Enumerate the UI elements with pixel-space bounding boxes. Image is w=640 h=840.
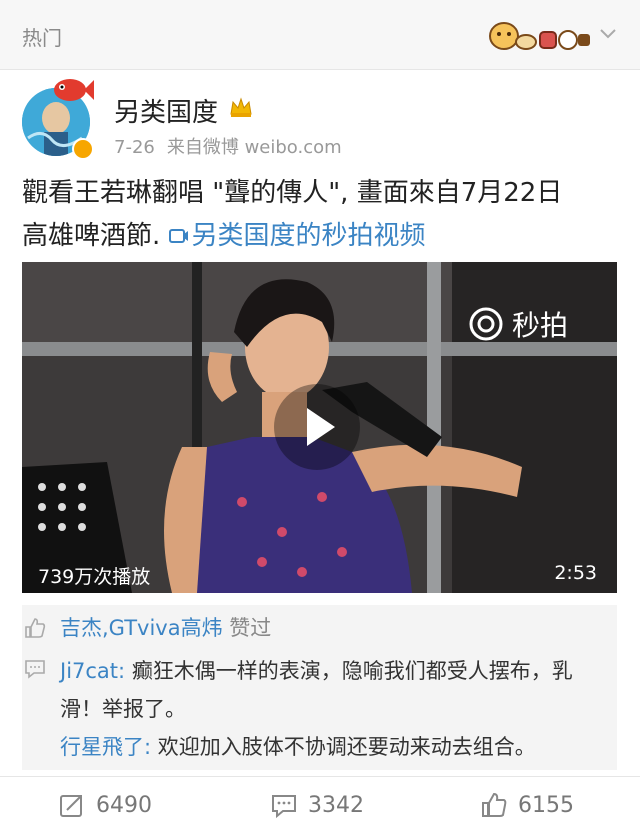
comment-preview: 吉杰,GTviva高炜 赞过 Ji7cat: 癫狂木偶一样的表演，隐喻我们都受人…: [22, 605, 617, 770]
post-source: 来自微博 weibo.com: [166, 137, 342, 158]
decoration-sticker-icon: [489, 22, 590, 50]
top-bar: 热门: [0, 0, 640, 70]
miaopai-watermark: 秒拍: [468, 304, 568, 344]
comment-text: 癫狂木偶一样的表演，隐喻我们都受人摆布，乳滑！举报了。: [60, 659, 573, 721]
action-bar: 6490 3342 6155: [0, 776, 640, 840]
video-link[interactable]: 另类国度的秒拍视频: [168, 221, 426, 251]
crown-icon: [230, 97, 252, 117]
liked-by-names[interactable]: 吉杰,GTviva高炜: [60, 616, 223, 640]
repost-button[interactable]: 6490: [58, 791, 152, 819]
post-username[interactable]: 另类国度: [114, 92, 218, 129]
post-meta: 7-26 来自微博 weibo.com: [114, 133, 342, 159]
comment-sep: :: [118, 659, 126, 683]
fish-decoration-icon: [54, 79, 94, 101]
post-text: 觀看王若琳翻唱 "聾的傳人", 畫面來自7月22日 高雄啤酒節. 另类国度的秒拍…: [22, 172, 622, 258]
verified-icon: [72, 138, 94, 160]
comment-button[interactable]: 3342: [270, 791, 364, 819]
video-player[interactable]: 秒拍 739万次播放 2:53: [22, 262, 617, 593]
like-button[interactable]: 6155: [480, 791, 574, 819]
comment-icon: [25, 660, 45, 679]
post-date: 7-26: [114, 137, 155, 158]
comment-sep: :: [144, 735, 152, 759]
comment-icon: [272, 795, 296, 819]
liked-by-suffix: 赞过: [229, 616, 272, 640]
comment-user[interactable]: 行星飛了: [60, 735, 144, 759]
watermark-text: 秒拍: [512, 309, 569, 342]
post-text-line1: 觀看王若琳翻唱 "聾的傳人", 畫面來自7月22日: [22, 178, 563, 208]
like-icon: [25, 618, 46, 638]
play-count: 739万次播放: [38, 566, 151, 588]
like-count: 6155: [518, 792, 574, 818]
hot-label: 热门: [22, 26, 62, 50]
comment-user[interactable]: Ji7cat: [60, 659, 118, 683]
video-duration: 2:53: [554, 562, 597, 584]
comment-count: 3342: [308, 792, 364, 818]
video-link-text: 另类国度的秒拍视频: [191, 221, 426, 251]
play-button[interactable]: [274, 384, 360, 470]
chevron-down-icon[interactable]: [597, 22, 619, 44]
like-icon: [482, 792, 507, 817]
link-video-icon: [168, 229, 188, 243]
repost-icon: [60, 795, 82, 817]
comment-text: 欢迎加入肢体不协调还要动来动去组合。: [157, 735, 536, 759]
post-text-line2: 高雄啤酒節.: [22, 221, 161, 251]
repost-count: 6490: [96, 792, 152, 818]
miaopai-icon: [469, 307, 503, 341]
